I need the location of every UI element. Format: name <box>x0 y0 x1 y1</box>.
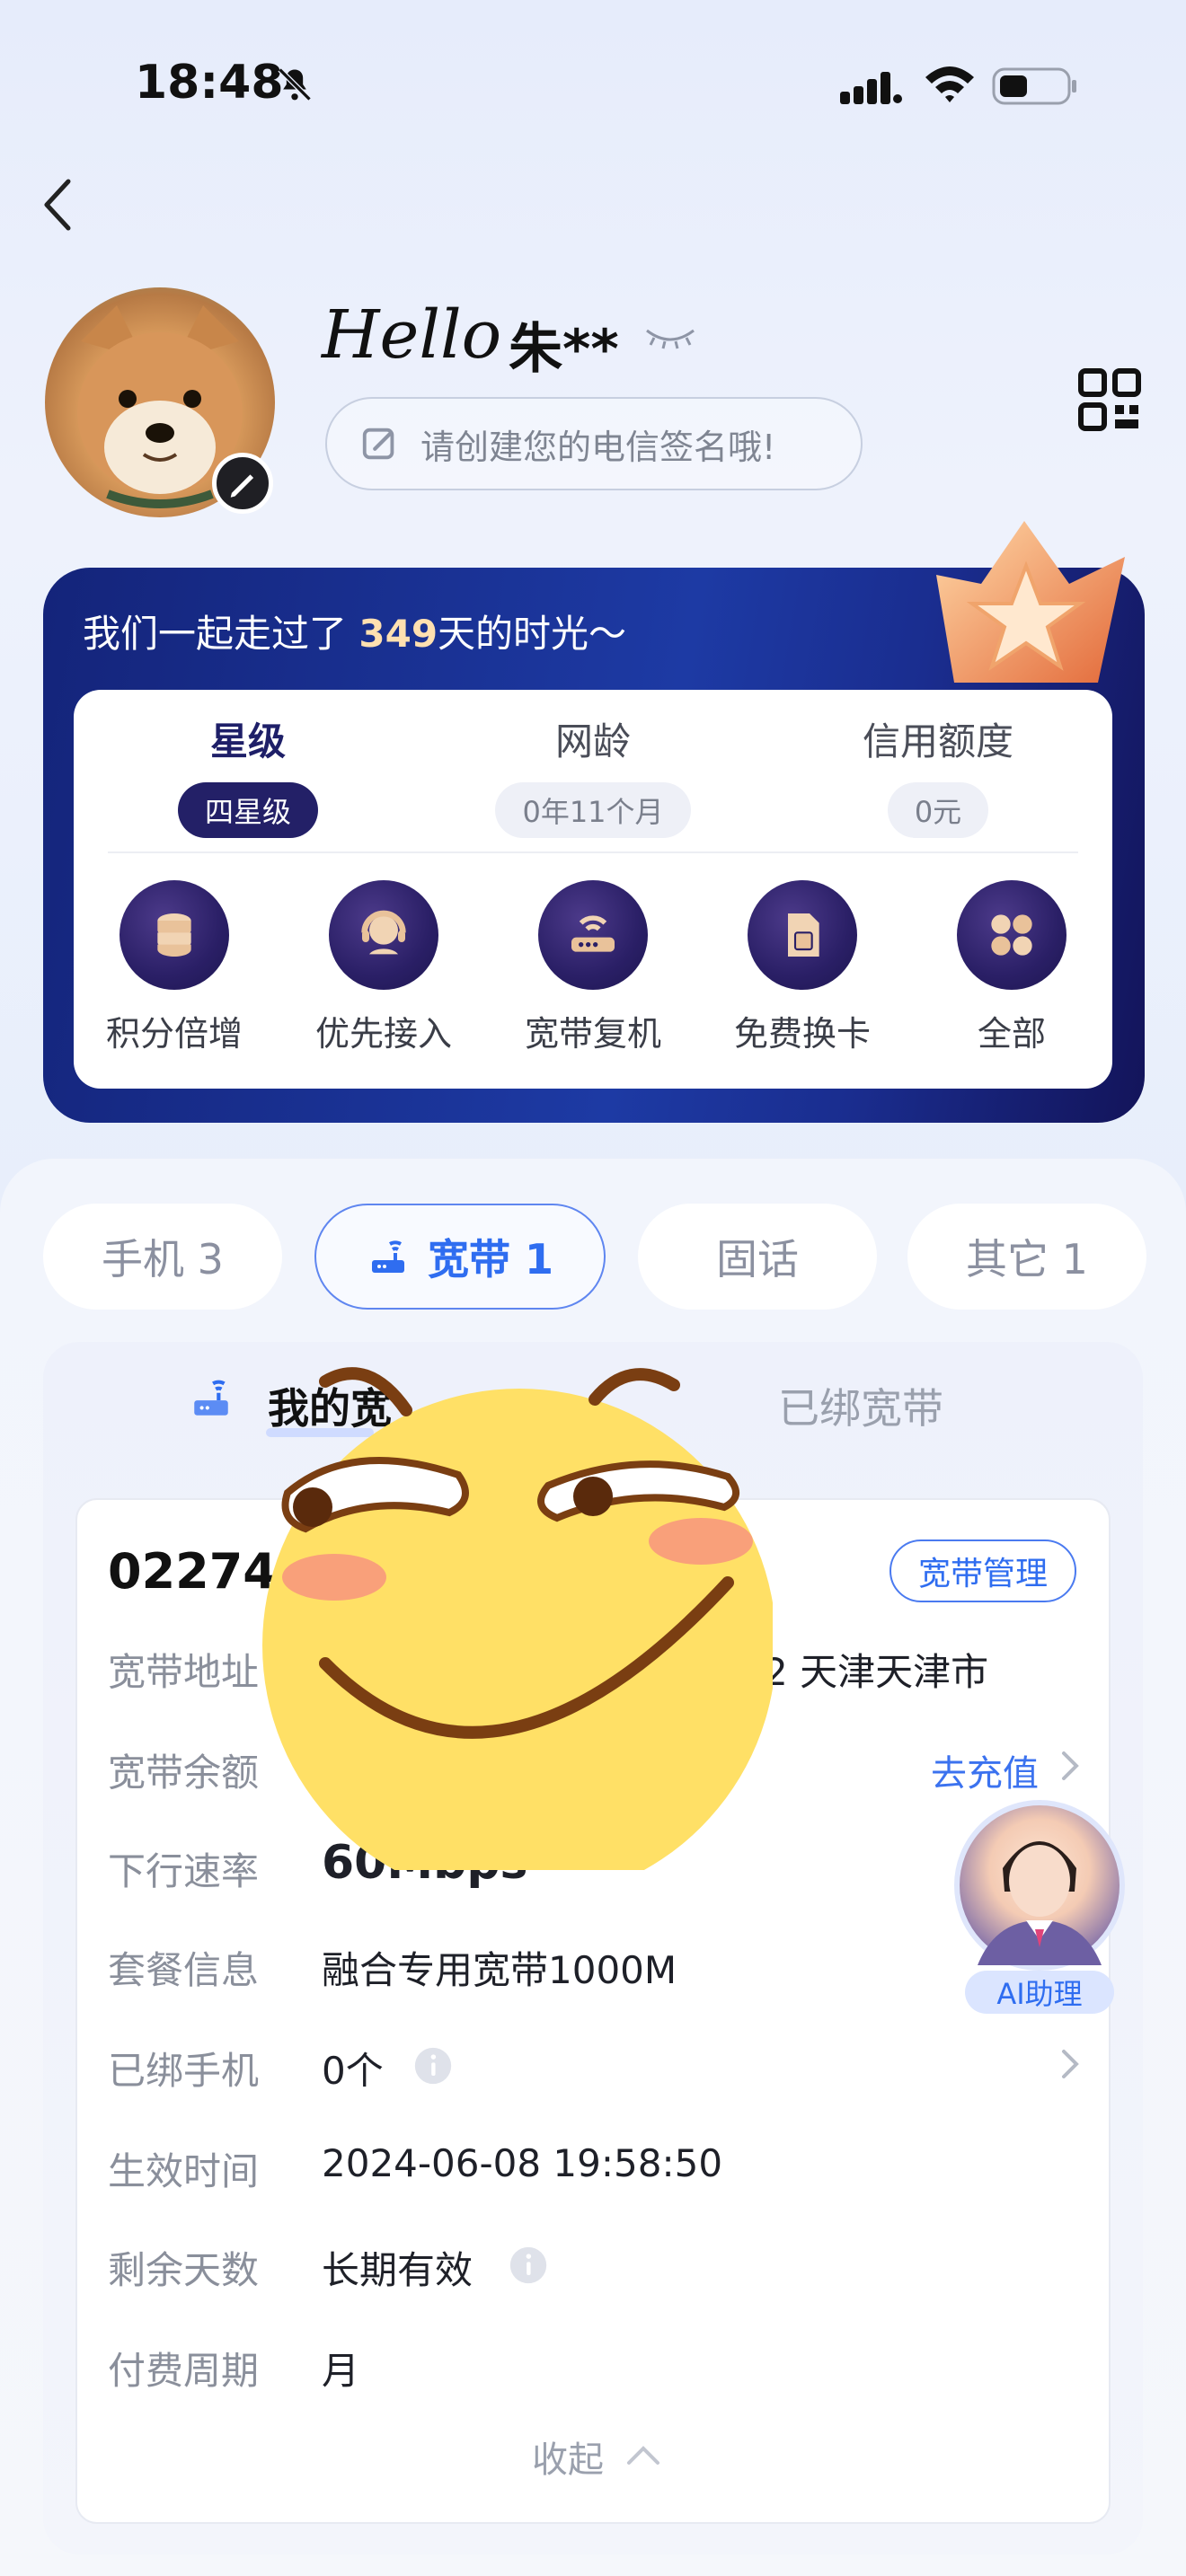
stat-star-level[interactable]: 星级 四星级 <box>95 711 401 838</box>
service-label: 优先接入 <box>314 1014 452 1054</box>
assistant-portrait-image <box>978 1841 1102 1965</box>
greeting-text: Hello <box>322 296 502 374</box>
stat-title: 星级 <box>209 719 286 763</box>
row-label: 生效时间 <box>108 2149 260 2193</box>
bell-off-icon <box>278 67 312 101</box>
tab-broadband[interactable]: 宽带 1 <box>314 1204 606 1310</box>
tab-landline[interactable]: 固话 <box>638 1204 877 1310</box>
row-value: 月 <box>322 2349 360 2393</box>
wifi-icon <box>925 66 974 102</box>
user-name: 朱** <box>509 318 619 381</box>
row-value: 长期有效 <box>322 2248 474 2292</box>
row-value: 融合专用宽带1000M <box>322 1948 677 1992</box>
smirk-emoji-sticker <box>262 1367 773 1870</box>
stat-network-age[interactable]: 网龄 0年11个月 <box>440 711 746 838</box>
qr-code-icon[interactable] <box>1078 368 1141 431</box>
tab-other[interactable]: 其它 1 <box>907 1204 1146 1310</box>
info-icon[interactable] <box>509 2245 548 2285</box>
service-free-sim[interactable]: 免费换卡 <box>712 880 892 1055</box>
row-label: 剩余天数 <box>108 2248 260 2292</box>
edit-avatar-button[interactable] <box>212 453 273 514</box>
address-value: 2 天津天津市 <box>764 1650 989 1694</box>
row-label: 已绑手机 <box>108 2049 260 2093</box>
service-broadband-restore[interactable]: 宽带复机 <box>503 880 683 1055</box>
journey-days: 349 <box>358 612 438 656</box>
stat-value: 0元 <box>887 782 989 838</box>
ai-assistant-avatar[interactable] <box>954 1800 1125 1971</box>
collapse-button[interactable]: 收起 <box>532 2430 604 2483</box>
journey-text: 我们一起走过了 349天的时光～ <box>83 604 626 658</box>
stat-value: 0年11个月 <box>495 782 691 838</box>
row-label: 套餐信息 <box>108 1948 260 1992</box>
star-badge-icon <box>936 521 1125 683</box>
router-icon <box>194 1380 228 1416</box>
chevron-up-icon[interactable] <box>624 2441 663 2468</box>
tab-label: 其它 1 <box>966 1235 1088 1284</box>
service-label: 免费换卡 <box>733 1014 871 1054</box>
divider <box>108 851 1078 853</box>
stat-value: 四星级 <box>177 782 318 838</box>
grid-icon <box>957 880 1067 990</box>
battery-icon <box>992 67 1076 105</box>
signature-field[interactable]: 请创建您的电信签名哦! <box>325 397 863 490</box>
row-label: 付费周期 <box>108 2349 260 2393</box>
info-icon[interactable] <box>413 2046 453 2086</box>
recharge-label: 去充值 <box>931 1753 1039 1795</box>
chevron-left-icon[interactable] <box>40 176 75 234</box>
headset-icon <box>329 880 438 990</box>
service-priority[interactable]: 优先接入 <box>294 880 474 1055</box>
stat-title: 网龄 <box>554 719 631 763</box>
service-label: 全部 <box>977 1014 1046 1054</box>
stat-credit-limit[interactable]: 信用额度 0元 <box>785 711 1091 838</box>
subtab-bound-broadband[interactable]: 已绑宽带 <box>778 1376 943 1435</box>
ai-assistant-label[interactable]: AI助理 <box>965 1971 1114 2014</box>
router-icon <box>371 1240 404 1273</box>
chevron-right-icon[interactable] <box>1057 2046 1084 2082</box>
tab-mobile[interactable]: 手机 3 <box>43 1204 282 1310</box>
row-label: 宽带地址 <box>108 1650 260 1694</box>
edit-note-icon <box>362 428 394 460</box>
journey-suffix: 天的时光～ <box>438 612 627 656</box>
tab-label: 手机 3 <box>102 1235 224 1284</box>
chevron-right-icon <box>1062 1751 1079 1780</box>
sim-card-icon <box>748 880 857 990</box>
stat-title: 信用额度 <box>862 719 1013 763</box>
signal-icon <box>840 72 902 104</box>
router-icon <box>538 880 648 990</box>
broadband-manage-button[interactable]: 宽带管理 <box>890 1539 1076 1602</box>
tab-label: 固话 <box>716 1235 799 1284</box>
signature-placeholder: 请创建您的电信签名哦! <box>420 427 776 467</box>
row-label: 下行速率 <box>108 1849 260 1893</box>
row-label: 宽带余额 <box>108 1751 260 1795</box>
tab-label: 宽带 1 <box>427 1235 554 1284</box>
row-value: 0个 <box>322 2049 384 2093</box>
eye-closed-icon[interactable] <box>643 323 697 350</box>
row-value: 2024-06-08 19:58:50 <box>322 2141 723 2185</box>
recharge-link[interactable]: 去充值 <box>931 1744 1039 1796</box>
journey-prefix: 我们一起走过了 <box>83 612 348 656</box>
service-all[interactable]: 全部 <box>922 880 1102 1055</box>
pencil-icon <box>230 474 254 498</box>
service-label: 宽带复机 <box>524 1014 661 1054</box>
points-icon <box>119 880 229 990</box>
status-time: 18:48 <box>135 56 284 110</box>
service-points[interactable]: 积分倍增 <box>84 880 264 1055</box>
service-label: 积分倍增 <box>105 1014 243 1054</box>
